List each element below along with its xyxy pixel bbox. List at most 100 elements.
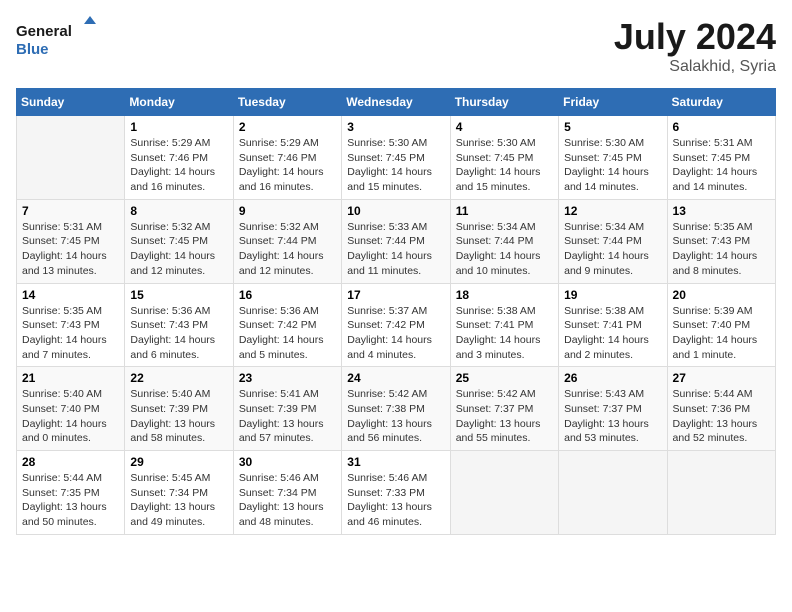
day-info: Sunrise: 5:30 AMSunset: 7:45 PMDaylight:…	[456, 136, 553, 195]
calendar-cell: 13 Sunrise: 5:35 AMSunset: 7:43 PMDayligh…	[667, 199, 775, 283]
day-number: 11	[456, 204, 553, 218]
svg-text:Blue: Blue	[16, 41, 49, 58]
calendar-cell: 23 Sunrise: 5:41 AMSunset: 7:39 PMDayligh…	[233, 367, 341, 451]
day-number: 31	[347, 455, 444, 469]
day-number: 1	[130, 120, 227, 134]
day-number: 7	[22, 204, 119, 218]
day-number: 14	[22, 288, 119, 302]
calendar-cell: 10 Sunrise: 5:33 AMSunset: 7:44 PMDayligh…	[342, 199, 450, 283]
calendar-cell: 5 Sunrise: 5:30 AMSunset: 7:45 PMDaylight…	[559, 116, 667, 200]
calendar-cell: 27 Sunrise: 5:44 AMSunset: 7:36 PMDayligh…	[667, 367, 775, 451]
day-number: 4	[456, 120, 553, 134]
day-info: Sunrise: 5:44 AMSunset: 7:35 PMDaylight:…	[22, 471, 119, 530]
calendar-cell: 1 Sunrise: 5:29 AMSunset: 7:46 PMDaylight…	[125, 116, 233, 200]
day-info: Sunrise: 5:34 AMSunset: 7:44 PMDaylight:…	[564, 220, 661, 279]
day-number: 13	[673, 204, 770, 218]
calendar-cell: 21 Sunrise: 5:40 AMSunset: 7:40 PMDayligh…	[17, 367, 125, 451]
weekday-header-thursday: Thursday	[450, 89, 558, 116]
logo-svg: General Blue	[16, 16, 96, 61]
calendar-cell: 11Sunrise: 5:34 AMSunset: 7:44 PMDayligh…	[450, 199, 558, 283]
day-info: Sunrise: 5:30 AMSunset: 7:45 PMDaylight:…	[564, 136, 661, 195]
day-info: Sunrise: 5:29 AMSunset: 7:46 PMDaylight:…	[130, 136, 227, 195]
day-number: 12	[564, 204, 661, 218]
day-number: 30	[239, 455, 336, 469]
day-number: 6	[673, 120, 770, 134]
day-info: Sunrise: 5:40 AMSunset: 7:40 PMDaylight:…	[22, 387, 119, 446]
day-number: 3	[347, 120, 444, 134]
day-number: 9	[239, 204, 336, 218]
day-info: Sunrise: 5:42 AMSunset: 7:38 PMDaylight:…	[347, 387, 444, 446]
day-info: Sunrise: 5:45 AMSunset: 7:34 PMDaylight:…	[130, 471, 227, 530]
day-info: Sunrise: 5:36 AMSunset: 7:43 PMDaylight:…	[130, 304, 227, 363]
day-number: 24	[347, 371, 444, 385]
day-info: Sunrise: 5:36 AMSunset: 7:42 PMDaylight:…	[239, 304, 336, 363]
calendar-cell: 9 Sunrise: 5:32 AMSunset: 7:44 PMDaylight…	[233, 199, 341, 283]
weekday-header-sunday: Sunday	[17, 89, 125, 116]
day-info: Sunrise: 5:35 AMSunset: 7:43 PMDaylight:…	[673, 220, 770, 279]
day-number: 8	[130, 204, 227, 218]
day-info: Sunrise: 5:44 AMSunset: 7:36 PMDaylight:…	[673, 387, 770, 446]
day-number: 21	[22, 371, 119, 385]
day-info: Sunrise: 5:41 AMSunset: 7:39 PMDaylight:…	[239, 387, 336, 446]
weekday-header-friday: Friday	[559, 89, 667, 116]
day-number: 19	[564, 288, 661, 302]
day-info: Sunrise: 5:33 AMSunset: 7:44 PMDaylight:…	[347, 220, 444, 279]
weekday-header-saturday: Saturday	[667, 89, 775, 116]
calendar-cell: 28 Sunrise: 5:44 AMSunset: 7:35 PMDayligh…	[17, 451, 125, 535]
weekday-header-monday: Monday	[125, 89, 233, 116]
day-number: 20	[673, 288, 770, 302]
day-number: 28	[22, 455, 119, 469]
day-info: Sunrise: 5:38 AMSunset: 7:41 PMDaylight:…	[456, 304, 553, 363]
day-number: 27	[673, 371, 770, 385]
day-number: 23	[239, 371, 336, 385]
calendar-cell: 29 Sunrise: 5:45 AMSunset: 7:34 PMDayligh…	[125, 451, 233, 535]
day-info: Sunrise: 5:40 AMSunset: 7:39 PMDaylight:…	[130, 387, 227, 446]
day-number: 17	[347, 288, 444, 302]
day-number: 15	[130, 288, 227, 302]
month-title: July 2024	[614, 16, 776, 58]
day-number: 29	[130, 455, 227, 469]
calendar-cell: 7 Sunrise: 5:31 AMSunset: 7:45 PMDaylight…	[17, 199, 125, 283]
calendar-cell	[450, 451, 558, 535]
day-number: 22	[130, 371, 227, 385]
day-info: Sunrise: 5:32 AMSunset: 7:44 PMDaylight:…	[239, 220, 336, 279]
day-info: Sunrise: 5:32 AMSunset: 7:45 PMDaylight:…	[130, 220, 227, 279]
day-info: Sunrise: 5:29 AMSunset: 7:46 PMDaylight:…	[239, 136, 336, 195]
calendar-cell: 3 Sunrise: 5:30 AMSunset: 7:45 PMDaylight…	[342, 116, 450, 200]
day-number: 5	[564, 120, 661, 134]
calendar-cell: 22 Sunrise: 5:40 AMSunset: 7:39 PMDayligh…	[125, 367, 233, 451]
calendar-cell: 17 Sunrise: 5:37 AMSunset: 7:42 PMDayligh…	[342, 283, 450, 367]
day-info: Sunrise: 5:46 AMSunset: 7:33 PMDaylight:…	[347, 471, 444, 530]
calendar-cell	[559, 451, 667, 535]
day-info: Sunrise: 5:30 AMSunset: 7:45 PMDaylight:…	[347, 136, 444, 195]
calendar-table: SundayMondayTuesdayWednesdayThursdayFrid…	[16, 88, 776, 535]
day-info: Sunrise: 5:37 AMSunset: 7:42 PMDaylight:…	[347, 304, 444, 363]
calendar-cell: 15 Sunrise: 5:36 AMSunset: 7:43 PMDayligh…	[125, 283, 233, 367]
day-info: Sunrise: 5:38 AMSunset: 7:41 PMDaylight:…	[564, 304, 661, 363]
weekday-header-wednesday: Wednesday	[342, 89, 450, 116]
calendar-cell: 31 Sunrise: 5:46 AMSunset: 7:33 PMDayligh…	[342, 451, 450, 535]
calendar-cell: 4 Sunrise: 5:30 AMSunset: 7:45 PMDaylight…	[450, 116, 558, 200]
calendar-cell: 16Sunrise: 5:36 AMSunset: 7:42 PMDayligh…	[233, 283, 341, 367]
logo: General Blue	[16, 16, 96, 61]
calendar-cell: 14Sunrise: 5:35 AMSunset: 7:43 PMDayligh…	[17, 283, 125, 367]
day-number: 26	[564, 371, 661, 385]
calendar-cell: 18Sunrise: 5:38 AMSunset: 7:41 PMDayligh…	[450, 283, 558, 367]
calendar-cell	[667, 451, 775, 535]
calendar-cell: 20Sunrise: 5:39 AMSunset: 7:40 PMDayligh…	[667, 283, 775, 367]
day-info: Sunrise: 5:42 AMSunset: 7:37 PMDaylight:…	[456, 387, 553, 446]
calendar-cell	[17, 116, 125, 200]
calendar-cell: 19 Sunrise: 5:38 AMSunset: 7:41 PMDayligh…	[559, 283, 667, 367]
location-title: Salakhid, Syria	[614, 58, 776, 76]
day-info: Sunrise: 5:31 AMSunset: 7:45 PMDaylight:…	[673, 136, 770, 195]
calendar-cell: 12 Sunrise: 5:34 AMSunset: 7:44 PMDayligh…	[559, 199, 667, 283]
day-number: 2	[239, 120, 336, 134]
svg-text:General: General	[16, 23, 72, 40]
day-info: Sunrise: 5:46 AMSunset: 7:34 PMDaylight:…	[239, 471, 336, 530]
calendar-cell: 8 Sunrise: 5:32 AMSunset: 7:45 PMDaylight…	[125, 199, 233, 283]
day-info: Sunrise: 5:43 AMSunset: 7:37 PMDaylight:…	[564, 387, 661, 446]
day-number: 10	[347, 204, 444, 218]
page-header: General Blue July 2024 Salakhid, Syria	[16, 16, 776, 76]
calendar-cell: 2 Sunrise: 5:29 AMSunset: 7:46 PMDaylight…	[233, 116, 341, 200]
day-info: Sunrise: 5:31 AMSunset: 7:45 PMDaylight:…	[22, 220, 119, 279]
